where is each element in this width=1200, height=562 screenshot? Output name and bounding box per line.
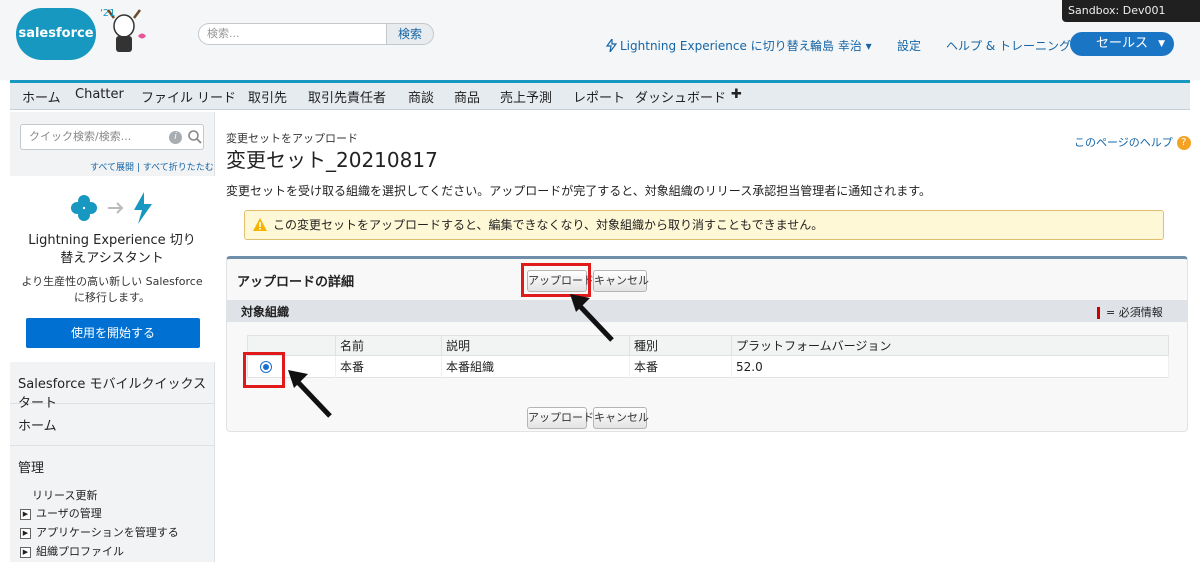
highlight-box bbox=[243, 352, 285, 388]
expand-icon[interactable]: ▶ bbox=[20, 508, 31, 520]
column-header-type[interactable]: 種別 bbox=[629, 335, 732, 356]
warning-message: この変更セットをアップロードすると、編集できなくなり、対象組織から取り消すことも… bbox=[244, 210, 1164, 240]
tab-opportunities[interactable]: 商談 bbox=[408, 87, 434, 106]
required-info-legend: = 必須情報 bbox=[1097, 304, 1163, 320]
main-content: 変更セットをアップロード 変更セット_20210817 このページのヘルプ? 変… bbox=[226, 112, 1191, 562]
sidebar-section-admin: 管理 bbox=[18, 461, 45, 476]
tab-dashboards[interactable]: ダッシュボード bbox=[635, 87, 726, 106]
quick-find-input[interactable]: クイック検索/検索... i bbox=[20, 124, 204, 150]
upload-detail-title: アップロードの詳細 bbox=[237, 275, 355, 290]
tab-chatter[interactable]: Chatter bbox=[75, 87, 124, 102]
warning-icon bbox=[253, 218, 267, 231]
tab-forecasts[interactable]: 売上予測 bbox=[500, 87, 552, 106]
year-badge: '21 bbox=[100, 8, 116, 19]
sidebar-item-label: アプリケーションを管理する bbox=[36, 526, 179, 539]
sidebar-item-app-management[interactable]: ▶ アプリケーションを管理する bbox=[20, 524, 179, 540]
setup-link[interactable]: 設定 bbox=[897, 37, 921, 54]
user-menu[interactable]: 輪島 幸治 ▾ bbox=[810, 37, 872, 54]
annotation-arrow-icon bbox=[570, 294, 614, 342]
info-icon[interactable]: i bbox=[169, 131, 182, 144]
expand-icon[interactable]: ▶ bbox=[20, 546, 31, 558]
org-type-cell: 本番 bbox=[629, 355, 732, 378]
org-description-cell: 本番組織 bbox=[441, 355, 630, 378]
sidebar-item-home[interactable]: ホーム bbox=[10, 404, 215, 446]
assistant-title: Lightning Experience 切り替えアシスタント bbox=[28, 233, 196, 266]
sidebar-item-label: 組織プロファイル bbox=[36, 545, 124, 558]
column-header-name[interactable]: 名前 bbox=[335, 335, 442, 356]
instruction-text: 変更セットを受け取る組織を選択してください。アップロードが完了すると、対象組織の… bbox=[226, 184, 932, 198]
target-org-section-header: 対象組織 = 必須情報 bbox=[227, 300, 1187, 322]
sidebar-item-release-updates[interactable]: リリース更新 bbox=[32, 487, 97, 503]
get-started-button[interactable]: 使用を開始する bbox=[26, 318, 200, 348]
help-icon: ? bbox=[1176, 136, 1191, 150]
tab-home[interactable]: ホーム bbox=[22, 87, 61, 106]
help-training-link[interactable]: ヘルプ & トレーニング bbox=[946, 37, 1071, 54]
sidebar-item-mobile-quickstart[interactable]: Salesforce モバイルクイックスタート bbox=[10, 362, 215, 411]
tab-files[interactable]: ファイル bbox=[141, 87, 193, 106]
required-marker bbox=[1097, 307, 1100, 319]
page-title: 変更セット_20210817 bbox=[226, 148, 438, 172]
tab-contacts[interactable]: 取引先責任者 bbox=[308, 87, 386, 106]
salesforce-logo[interactable]: salesforce bbox=[16, 8, 96, 60]
sidebar-item-org-profile[interactable]: ▶ 組織プロファイル bbox=[20, 543, 124, 559]
clover-icon bbox=[71, 195, 97, 221]
upload-detail-block: アップロードの詳細 アップロード キャンセル 対象組織 = 必須情報 名前 説明… bbox=[226, 256, 1188, 432]
arrow-right-icon bbox=[108, 202, 124, 214]
tab-bar: ホーム Chatter ファイル リード 取引先 取引先責任者 商談 商品 売上… bbox=[10, 80, 1190, 110]
tab-leads[interactable]: リード bbox=[197, 87, 236, 106]
chevron-down-icon: ▼ bbox=[1158, 39, 1165, 49]
lightning-bolt-icon bbox=[605, 37, 618, 53]
lightning-switch-label: Lightning Experience に切り替え bbox=[620, 39, 811, 53]
expand-icon[interactable]: ▶ bbox=[20, 527, 31, 539]
help-for-page-link[interactable]: このページのヘルプ? bbox=[1074, 134, 1191, 150]
org-name-cell: 本番 bbox=[335, 355, 442, 378]
sidebar-item-label: ユーザの管理 bbox=[36, 507, 102, 520]
tab-products[interactable]: 商品 bbox=[454, 87, 480, 106]
table-header-row: 名前 説明 種別 プラットフォームバージョン bbox=[247, 335, 1169, 356]
warning-text: この変更セットをアップロードすると、編集できなくなり、対象組織から取り消すことも… bbox=[273, 218, 824, 232]
table-row[interactable]: 本番 本番組織 本番 52.0 bbox=[247, 355, 1169, 378]
app-menu-button[interactable]: セールス ▼ bbox=[1070, 32, 1174, 56]
tab-accounts[interactable]: 取引先 bbox=[248, 87, 287, 106]
section-title: 対象組織 bbox=[241, 305, 290, 319]
sidebar-item-user-management[interactable]: ▶ ユーザの管理 bbox=[20, 505, 102, 521]
required-info-label: = 必須情報 bbox=[1106, 306, 1163, 319]
help-for-page-label: このページのヘルプ bbox=[1074, 136, 1173, 149]
cancel-button[interactable]: キャンセル bbox=[593, 407, 649, 429]
lightning-bolt-icon bbox=[134, 192, 152, 224]
expand-collapse-links[interactable]: すべて展開 | すべて折りたたむ bbox=[90, 160, 214, 173]
lightning-switch-link[interactable]: Lightning Experience に切り替え bbox=[605, 37, 811, 54]
app-menu-label: セールス bbox=[1096, 36, 1149, 51]
assistant-description: より生産性の高い新しい Salesforce に移行します。 bbox=[21, 275, 203, 304]
transition-icons bbox=[71, 192, 152, 224]
global-search-button[interactable]: 検索 bbox=[386, 23, 434, 45]
sandbox-badge: Sandbox: Dev001 bbox=[1062, 0, 1200, 22]
global-search-input[interactable]: 検索... bbox=[198, 23, 386, 45]
org-version-cell: 52.0 bbox=[731, 355, 1169, 378]
global-header: salesforce '21 検索... 検索 Sandbox: Dev001 … bbox=[0, 0, 1200, 80]
sidebar: クイック検索/検索... i すべて展開 | すべて折りたたむ Lightnin… bbox=[10, 112, 215, 562]
add-tab-icon[interactable]: ✚ bbox=[731, 87, 742, 102]
target-org-table: 名前 説明 種別 プラットフォームバージョン 本番 本番組織 本番 52.0 bbox=[247, 335, 1169, 378]
upload-button[interactable]: アップロード bbox=[527, 407, 594, 429]
column-header-platform-version[interactable]: プラットフォームバージョン bbox=[731, 335, 1169, 356]
lightning-assistant-panel: Lightning Experience 切り替えアシスタント より生産性の高い… bbox=[10, 176, 215, 362]
tab-reports[interactable]: レポート bbox=[573, 87, 625, 106]
annotation-arrow-icon bbox=[288, 370, 332, 418]
search-icon[interactable] bbox=[187, 129, 203, 145]
quick-find-placeholder: クイック検索/検索... bbox=[29, 130, 132, 143]
